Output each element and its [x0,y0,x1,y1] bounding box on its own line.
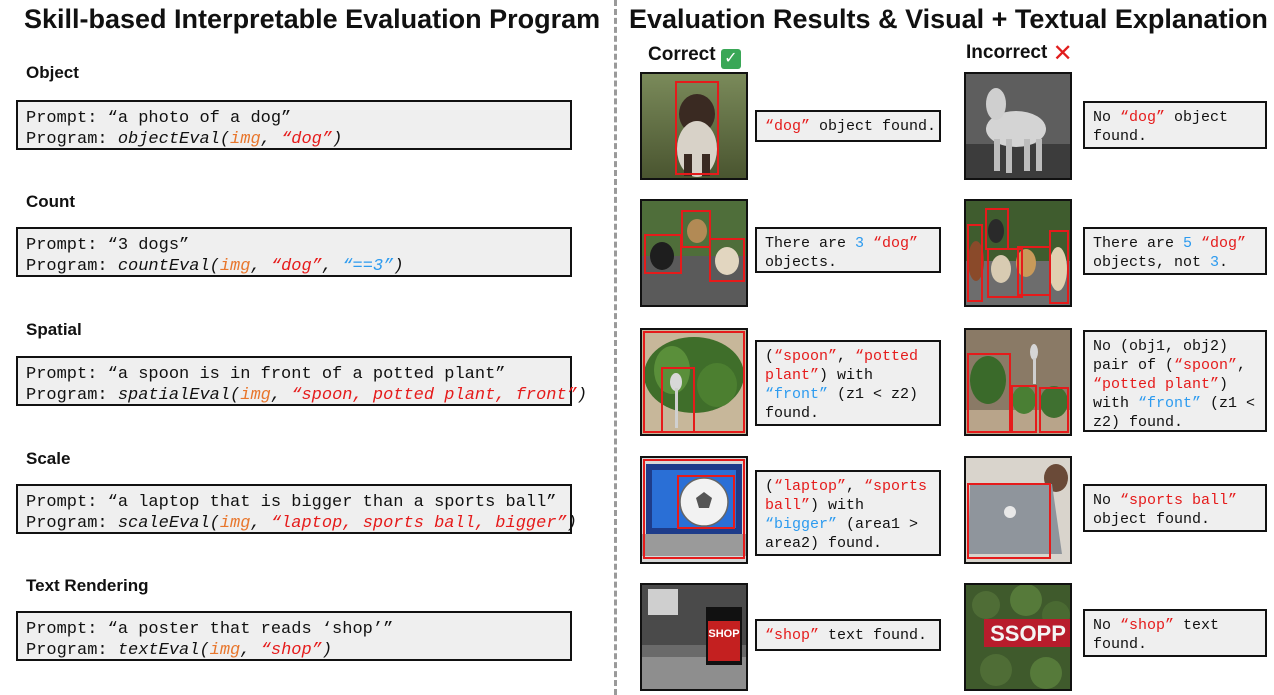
explanation-object-incorrect: No “dog” object found. [1083,101,1267,149]
explanation-spatial-incorrect: No (obj1, obj2) pair of (“spoon”, “potte… [1083,330,1267,432]
prompt-line: Prompt: “3 dogs” [26,236,190,255]
program-line: Program: spatialEval(img, “spoon, potted… [26,386,588,405]
program-line: Program: objectEval(img, “dog”) [26,130,343,149]
dashed-divider [614,0,617,695]
shop-poster-photo-correct: SHOP [640,583,748,691]
five-dogs-photo-incorrect [964,199,1072,307]
explanation-spatial-correct: (“spoon”, “potted plant”) with “front” (… [755,340,941,426]
left-title: Skill-based Interpretable Evaluation Pro… [24,4,601,34]
prompt-line: Prompt: “a poster that reads ‘shop’” [26,620,394,639]
program-box-count: Prompt: “3 dogs” Program: countEval(img,… [16,227,572,277]
skill-label-spatial: Spatial [26,320,82,339]
right-title: Evaluation Results & Visual + Textual Ex… [629,4,1268,34]
correct-label: Correct [648,44,716,65]
explanation-count-incorrect: There are 5 “dog” objects, not 3. [1083,227,1267,275]
program-box-object: Prompt: “a photo of a dog” Program: obje… [16,100,572,150]
cross-mark-icon: ✕ [1052,40,1073,67]
skill-label-text-rendering: Text Rendering [26,576,149,595]
skill-label-scale: Scale [26,449,71,468]
explanation-text-correct: “shop” text found. [755,619,941,651]
program-box-spatial: Prompt: “a spoon is in front of a potted… [16,356,588,406]
skill-label-count: Count [26,192,76,211]
program-line: Program: countEval(img, “dog”, “==3”) [26,257,404,276]
prompt-line: Prompt: “a laptop that is bigger than a … [26,493,557,512]
skill-label-object: Object [26,63,79,82]
explanation-object-correct: “dog” object found. [755,110,941,142]
check-mark-icon: ✓ [720,49,741,69]
spoon-plants-photo-incorrect [964,328,1072,436]
ssopp-sign-photo-incorrect: SSOPP [964,583,1072,691]
three-dogs-photo-correct [640,199,748,307]
explanation-text-incorrect: No “shop” text found. [1083,609,1267,657]
spoon-plant-photo-correct [640,328,748,436]
program-box-text-rendering: Prompt: “a poster that reads ‘shop’” Pro… [16,611,572,661]
explanation-scale-incorrect: No “sports ball” object found. [1083,484,1267,532]
horse-photo-incorrect [964,72,1072,180]
program-line: Program: textEval(img, “shop”) [26,641,333,660]
correct-header: Correct ✓ [648,44,741,69]
program-line: Program: scaleEval(img, “laptop, sports … [26,514,577,533]
svg-text:SHOP: SHOP [708,628,739,640]
prompt-line: Prompt: “a spoon is in front of a potted… [26,365,506,384]
explanation-count-correct: There are 3 “dog” objects. [755,227,941,273]
prompt-line: Prompt: “a photo of a dog” [26,109,292,128]
laptop-ball-photo-correct [640,456,748,564]
program-box-scale: Prompt: “a laptop that is bigger than a … [16,484,577,534]
svg-text:SSOPP: SSOPP [990,621,1066,646]
incorrect-header: Incorrect ✕ [966,40,1073,67]
explanation-scale-correct: (“laptop”, “sports ball”) with “bigger” … [755,470,941,556]
laptop-photo-incorrect [964,456,1072,564]
dog-photo-correct [640,72,748,180]
incorrect-label: Incorrect [966,42,1048,63]
